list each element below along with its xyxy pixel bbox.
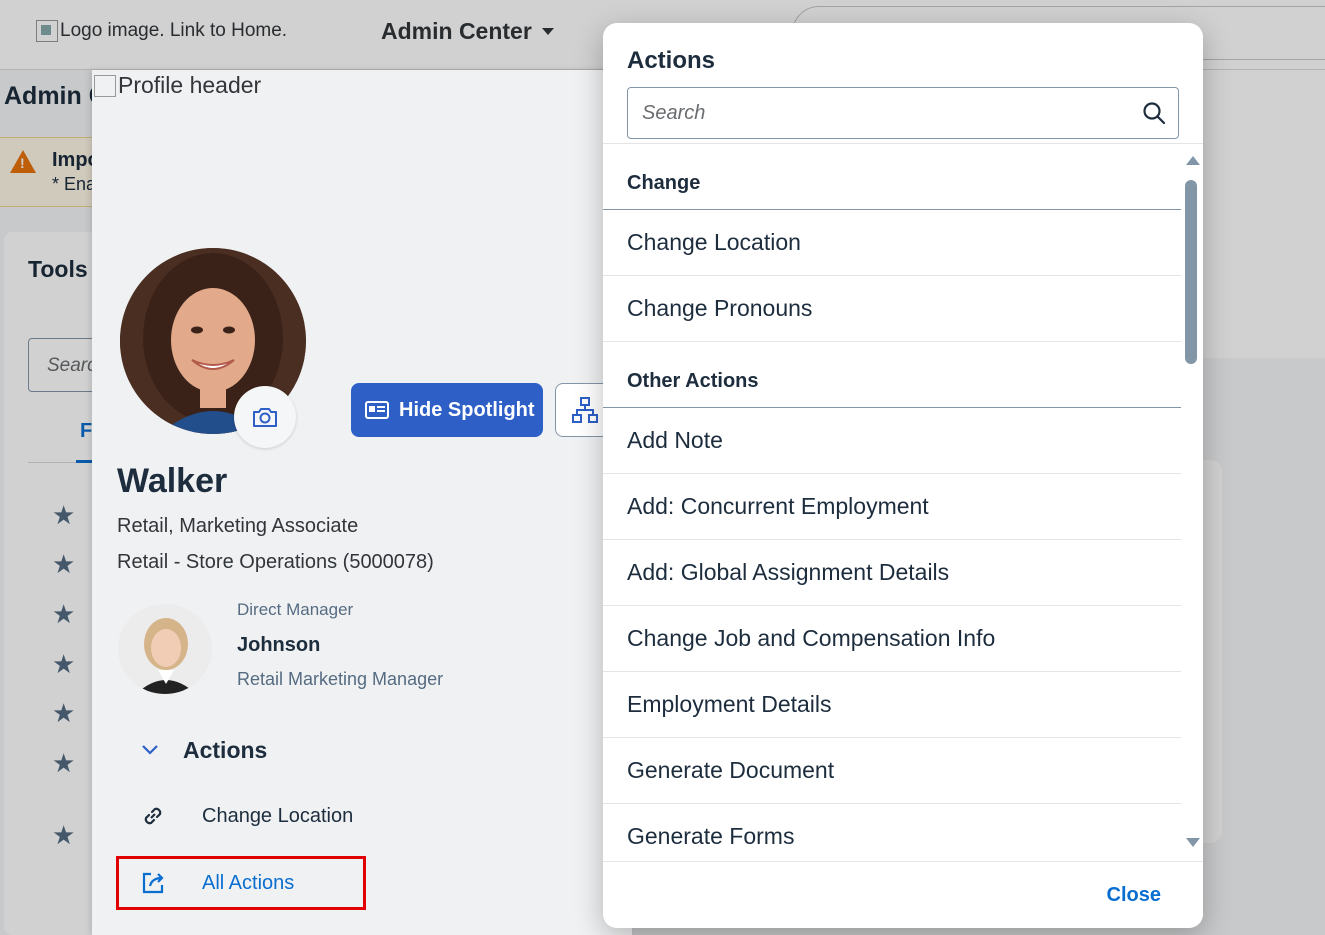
org-chart-icon <box>572 397 598 423</box>
id-card-icon <box>365 401 389 419</box>
actions-list: Change Change Location Change Pronouns O… <box>603 144 1181 861</box>
list-item-add-concurrent-employment[interactable]: Add: Concurrent Employment <box>603 474 1181 540</box>
list-item-label: Generate Forms <box>627 823 795 849</box>
close-button[interactable]: Close <box>1107 884 1161 907</box>
group-header-change: Change <box>603 144 1181 210</box>
dialog-search-input[interactable] <box>642 98 1122 128</box>
list-item-add-global-assignment[interactable]: Add: Global Assignment Details <box>603 540 1181 606</box>
broken-image-icon <box>94 74 116 97</box>
list-item-add-note[interactable]: Add Note <box>603 408 1181 474</box>
quick-action-label: Change Location <box>202 804 354 827</box>
list-item-generate-document[interactable]: Generate Document <box>603 738 1181 804</box>
dialog-search-field[interactable] <box>627 87 1179 139</box>
manager-avatar[interactable] <box>118 604 212 694</box>
hide-spotlight-label: Hide Spotlight <box>399 398 535 421</box>
link-icon <box>144 807 162 825</box>
manager-title: Retail Marketing Manager <box>237 669 444 689</box>
list-item-label: Change Job and Compensation Info <box>627 625 996 651</box>
scrollbar-thumb[interactable] <box>1185 180 1197 364</box>
actions-section-heading[interactable]: Actions <box>183 737 267 764</box>
scroll-up-arrow-icon[interactable] <box>1186 156 1200 165</box>
list-item-label: Add Note <box>627 427 723 453</box>
quick-action-change-location[interactable]: Change Location <box>140 803 353 829</box>
profile-header-image: Profile header <box>94 72 261 99</box>
list-item-generate-forms[interactable]: Generate Forms <box>603 804 1181 861</box>
chevron-down-icon[interactable] <box>140 740 160 765</box>
manager-label: Direct Manager <box>237 600 354 619</box>
list-scrollbar[interactable] <box>1181 144 1203 861</box>
camera-icon <box>253 408 277 427</box>
list-item-label: Change Pronouns <box>627 295 813 321</box>
hide-spotlight-button[interactable]: Hide Spotlight <box>351 383 543 437</box>
list-item-change-location[interactable]: Change Location <box>603 210 1181 276</box>
list-item-label: Change Location <box>627 229 801 255</box>
change-photo-button[interactable] <box>234 386 296 448</box>
list-item-change-job-compensation[interactable]: Change Job and Compensation Info <box>603 606 1181 672</box>
list-item-label: Add: Global Assignment Details <box>627 559 950 585</box>
list-item-employment-details[interactable]: Employment Details <box>603 672 1181 738</box>
list-item-label: Add: Concurrent Employment <box>627 493 929 519</box>
profile-header-alt: Profile header <box>118 72 262 98</box>
group-header-label: Change <box>627 172 701 194</box>
actions-dialog: Actions Change Change Location Change Pr… <box>603 23 1203 928</box>
employee-department: Retail - Store Operations (5000078) <box>117 551 434 573</box>
scroll-down-arrow-icon[interactable] <box>1186 838 1200 847</box>
employee-name: Walker <box>117 462 228 500</box>
group-header-label: Other Actions <box>627 370 759 392</box>
manager-name[interactable]: Johnson <box>237 634 320 657</box>
group-header-other-actions: Other Actions <box>603 342 1181 408</box>
dialog-footer: Close <box>603 861 1203 928</box>
dialog-title: Actions <box>627 47 716 74</box>
highlight-box <box>116 856 366 910</box>
list-item-change-pronouns[interactable]: Change Pronouns <box>603 276 1181 342</box>
list-item-label: Employment Details <box>627 691 832 717</box>
employee-job-title: Retail, Marketing Associate <box>117 515 359 537</box>
list-item-label: Generate Document <box>627 757 835 783</box>
search-icon[interactable] <box>1142 101 1166 125</box>
